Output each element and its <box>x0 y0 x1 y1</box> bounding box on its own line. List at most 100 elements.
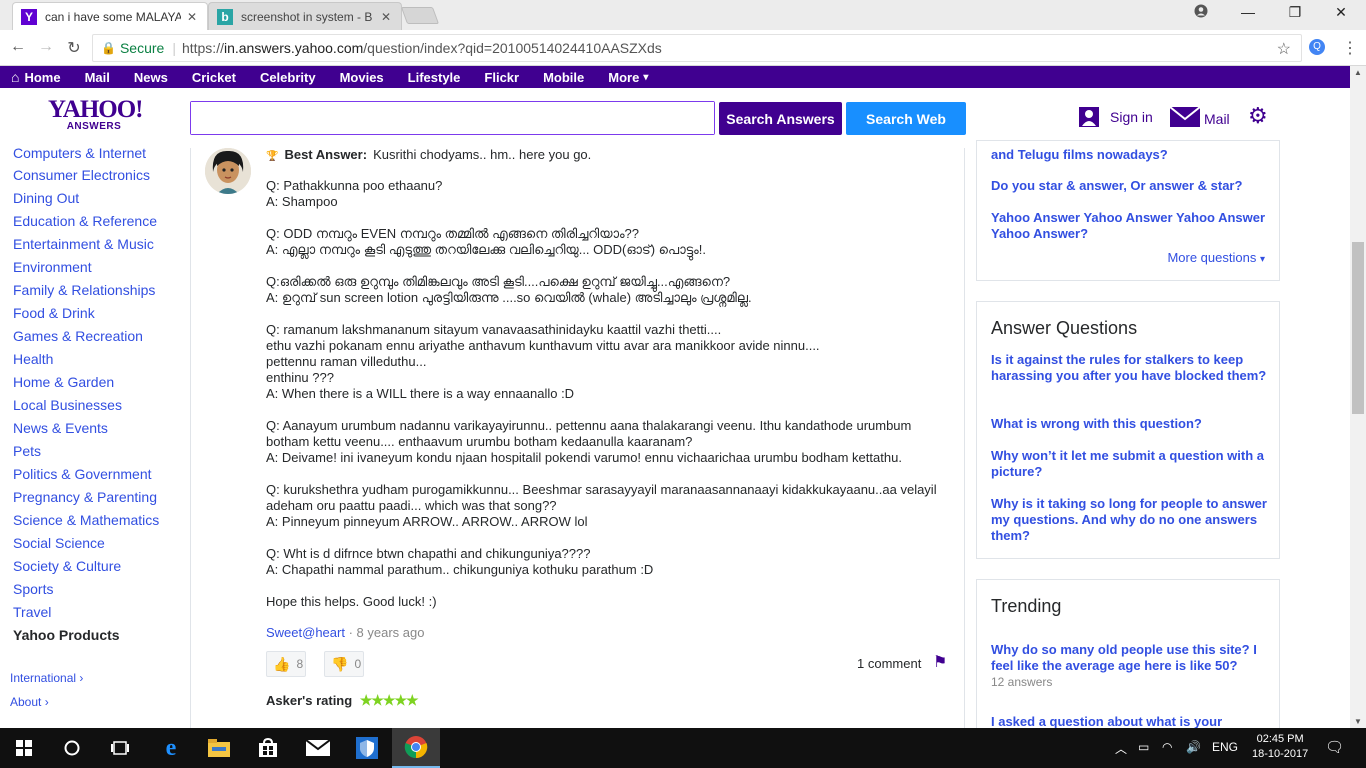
category-link[interactable]: Politics & Government <box>13 466 152 482</box>
scroll-down-arrow-icon[interactable]: ▼ <box>1354 717 1362 726</box>
close-tab-icon[interactable]: ✕ <box>379 10 393 24</box>
answer-text-line: ethu vazhi pokanam ennu ariyathe anthavu… <box>266 338 820 353</box>
category-link[interactable]: Education & Reference <box>13 213 157 229</box>
category-link[interactable]: Sports <box>13 581 53 597</box>
nav-cricket[interactable]: Cricket <box>180 70 248 85</box>
close-window-icon[interactable]: ✕ <box>1331 4 1351 21</box>
volume-icon[interactable]: 🔊 <box>1186 740 1201 754</box>
input-language[interactable]: ENG <box>1212 740 1238 754</box>
open-question-link[interactable]: Why is it taking so long for people to a… <box>991 496 1271 544</box>
reload-icon[interactable]: ↻ <box>64 38 84 58</box>
wifi-icon[interactable]: ◠ <box>1162 740 1172 754</box>
system-clock[interactable]: 02:45 PM 18-10-2017 <box>1252 732 1308 762</box>
search-field[interactable] <box>190 101 715 135</box>
task-view-icon[interactable] <box>96 728 144 768</box>
tray-overflow-chevron-icon[interactable]: ︿ <box>1115 740 1127 757</box>
battery-icon[interactable]: ▭ <box>1138 740 1149 754</box>
sign-in-link[interactable]: Sign in <box>1079 107 1153 127</box>
category-link[interactable]: Games & Recreation <box>13 328 143 344</box>
category-link[interactable]: Social Science <box>13 535 105 551</box>
nav-news[interactable]: News <box>122 70 180 85</box>
category-link[interactable]: Pregnancy & Parenting <box>13 489 157 505</box>
nav-home[interactable]: ⌂ Home <box>0 69 73 85</box>
mail-link[interactable]: Mail <box>1169 106 1230 130</box>
about-link[interactable]: About › <box>10 695 49 709</box>
downvote-button[interactable]: 👎 0 <box>324 651 364 677</box>
scroll-up-arrow-icon[interactable]: ▲ <box>1354 68 1362 77</box>
profile-icon[interactable] <box>1191 4 1211 21</box>
browser-menu-icon[interactable]: ⋮ <box>1342 38 1358 58</box>
nav-more[interactable]: More ▾ <box>596 70 660 85</box>
nav-mobile[interactable]: Mobile <box>531 70 596 85</box>
category-link[interactable]: Health <box>13 351 53 367</box>
edge-browser-icon[interactable]: e <box>147 728 195 768</box>
file-explorer-icon[interactable] <box>195 728 243 768</box>
nav-flickr[interactable]: Flickr <box>472 70 531 85</box>
tab-yahoo-answers[interactable]: Y can i have some MALAYA ✕ <box>12 2 208 30</box>
defender-shield-icon[interactable] <box>343 728 391 768</box>
close-tab-icon[interactable]: ✕ <box>185 10 199 24</box>
bookmark-star-icon[interactable]: ☆ <box>1277 39 1291 59</box>
restore-icon[interactable]: ❐ <box>1285 4 1305 21</box>
category-link[interactable]: Dining Out <box>13 190 79 206</box>
category-link[interactable]: Consumer Electronics <box>13 167 150 183</box>
comments-link[interactable]: 1 comment <box>857 656 921 671</box>
action-center-icon[interactable]: 🗨 <box>1325 738 1344 756</box>
user-icon <box>1079 107 1099 127</box>
extension-icon[interactable]: Q <box>1309 39 1325 55</box>
nav-movies[interactable]: Movies <box>328 70 396 85</box>
related-question-link[interactable]: Yahoo Answer Yahoo Answer Yahoo Answer Y… <box>991 210 1271 242</box>
open-question-link[interactable]: Why won’t it let me submit a question wi… <box>991 448 1271 480</box>
category-link[interactable]: Pets <box>13 443 41 459</box>
related-question-link[interactable]: and Telugu films nowadays? <box>991 147 1271 163</box>
avatar[interactable] <box>205 148 251 194</box>
search-input[interactable] <box>191 102 714 134</box>
search-web-button[interactable]: Search Web <box>846 102 966 135</box>
address-toolbar: ← → ↻ 🔒 Secure | https://in.answers.yaho… <box>0 30 1366 66</box>
category-link[interactable]: Science & Mathematics <box>13 512 159 528</box>
url-bar[interactable]: 🔒 Secure | https://in.answers.yahoo.com/… <box>92 34 1302 62</box>
page-scrollbar[interactable]: ▲ ▼ <box>1350 66 1366 728</box>
mail-app-icon[interactable] <box>294 728 342 768</box>
nav-lifestyle[interactable]: Lifestyle <box>396 70 473 85</box>
related-question-link[interactable]: Do you star & answer, Or answer & star? <box>991 178 1271 194</box>
more-questions-link[interactable]: More questions ▾ <box>1167 250 1265 265</box>
chrome-browser-icon[interactable] <box>392 728 440 768</box>
back-arrow-icon[interactable]: ← <box>8 38 28 56</box>
category-link[interactable]: Food & Drink <box>13 305 95 321</box>
nav-mail[interactable]: Mail <box>73 70 122 85</box>
cortana-search-icon[interactable] <box>48 728 96 768</box>
tab-bing-search[interactable]: b screenshot in system - B ✕ <box>208 2 402 30</box>
author-name-link[interactable]: Sweet@heart <box>266 625 345 640</box>
tab-title: screenshot in system - B <box>241 9 373 24</box>
windows-start-icon[interactable] <box>0 728 48 768</box>
category-link[interactable]: Home & Garden <box>13 374 114 390</box>
category-computers-internet[interactable]: Computers & Internet <box>13 148 146 161</box>
category-link[interactable]: Local Businesses <box>13 397 122 413</box>
forward-arrow-icon[interactable]: → <box>36 38 56 56</box>
scrollbar-thumb[interactable] <box>1352 242 1364 414</box>
category-link[interactable]: Entertainment & Music <box>13 236 154 252</box>
search-answers-button[interactable]: Search Answers <box>719 102 842 135</box>
trending-question-link[interactable]: Why do so many old people use this site?… <box>991 642 1271 674</box>
flag-icon[interactable]: ⚑ <box>933 652 947 672</box>
yahoo-answers-logo[interactable]: YAHOO! ANSWERS <box>48 97 143 132</box>
settings-gear-icon[interactable]: ⚙ <box>1248 105 1268 127</box>
category-link[interactable]: Society & Culture <box>13 558 121 574</box>
store-icon[interactable] <box>244 728 292 768</box>
url-text: https://in.answers.yahoo.com/question/in… <box>181 40 662 56</box>
open-question-link[interactable]: What is wrong with this question? <box>991 416 1271 432</box>
minimize-icon[interactable]: — <box>1238 4 1258 20</box>
upvote-button[interactable]: 👍 8 <box>266 651 306 677</box>
new-tab-button[interactable] <box>400 7 440 24</box>
nav-celebrity[interactable]: Celebrity <box>248 70 328 85</box>
category-link[interactable]: Family & Relationships <box>13 282 155 298</box>
category-link[interactable]: Travel <box>13 604 51 620</box>
answer-text-line: Q: Wht is d difrnce btwn chapathi and ch… <box>266 546 591 561</box>
category-link[interactable]: Environment <box>13 259 92 275</box>
yahoo-favicon-icon: Y <box>21 8 37 25</box>
open-question-link[interactable]: Is it against the rules for stalkers to … <box>991 352 1271 384</box>
best-answer-line: 🏆 Best Answer: Kusrithi chodyams.. hm.. he… <box>266 148 591 162</box>
international-link[interactable]: International › <box>10 671 83 685</box>
category-link[interactable]: News & Events <box>13 420 108 436</box>
